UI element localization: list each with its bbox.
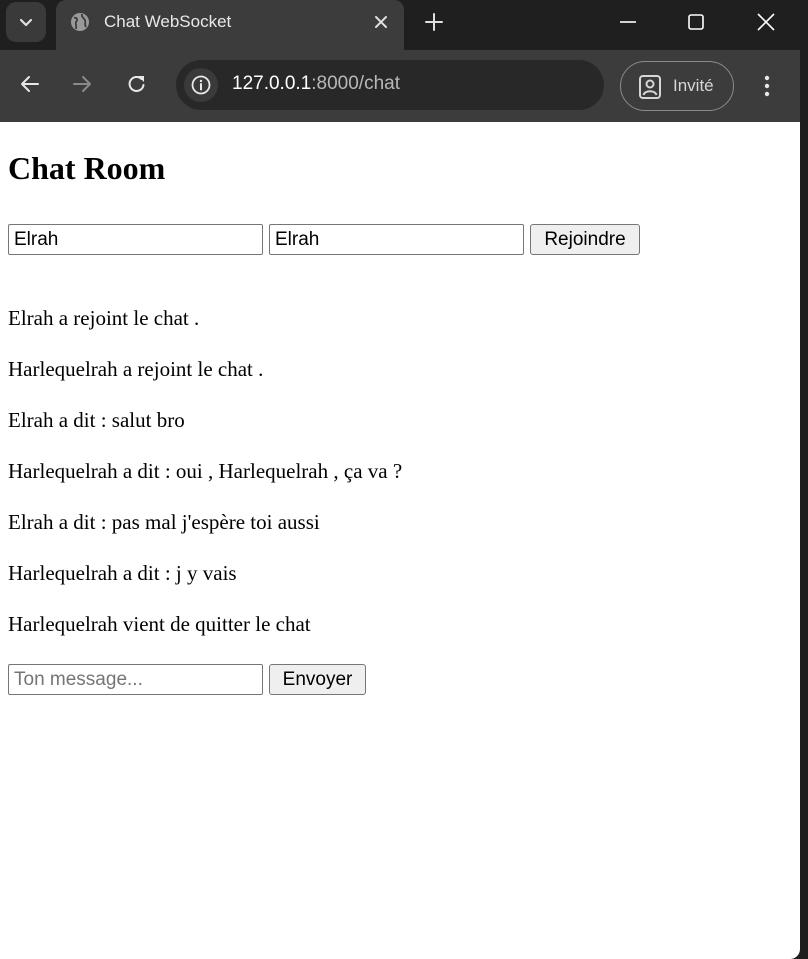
more-vertical-icon xyxy=(764,75,770,97)
page-content: Chat Room Rejoindre Elrah a rejoint le c… xyxy=(0,122,800,959)
back-button[interactable] xyxy=(14,68,46,100)
message-item: Elrah a dit : pas mal j'espère toi aussi xyxy=(8,510,320,534)
reload-button[interactable] xyxy=(121,68,153,100)
window-close-button[interactable] xyxy=(746,6,786,38)
tab-strip: Chat WebSocket xyxy=(0,0,808,50)
globe-icon xyxy=(71,13,89,31)
join-button[interactable]: Rejoindre xyxy=(530,224,640,255)
username-input[interactable] xyxy=(8,224,263,255)
close-icon xyxy=(757,13,775,31)
plus-icon xyxy=(425,13,443,31)
room-input[interactable] xyxy=(269,224,524,255)
minimize-icon xyxy=(620,21,636,23)
new-tab-button[interactable] xyxy=(420,8,448,36)
background-window-edge xyxy=(800,122,808,959)
url-host: 127.0.0.1 xyxy=(232,73,312,94)
send-button[interactable]: Envoyer xyxy=(269,664,366,695)
message-input[interactable] xyxy=(8,664,263,695)
maximize-icon xyxy=(688,14,704,30)
reload-icon xyxy=(128,76,145,92)
url-path: :8000/chat xyxy=(311,73,400,94)
url-text: 127.0.0.1:8000/chat xyxy=(232,73,400,95)
browser-toolbar: 127.0.0.1:8000/chat Invité xyxy=(0,50,800,122)
message-item: Harlequelrah a rejoint le chat . xyxy=(8,357,264,381)
forward-button[interactable] xyxy=(66,68,98,100)
tab-search-button[interactable] xyxy=(6,2,46,42)
close-icon xyxy=(375,16,387,28)
message-item: Harlequelrah vient de quitter le chat xyxy=(8,612,311,636)
arrow-right-icon xyxy=(73,76,91,92)
info-icon xyxy=(191,75,211,95)
maximize-button[interactable] xyxy=(676,6,716,38)
message-list: Elrah a rejoint le chat . Harlequelrah a… xyxy=(8,306,402,663)
arrow-left-icon xyxy=(21,76,39,92)
message-item: Harlequelrah a dit : j y vais xyxy=(8,561,237,585)
message-item: Elrah a rejoint le chat . xyxy=(8,306,200,330)
address-bar[interactable]: 127.0.0.1:8000/chat xyxy=(176,60,604,110)
profile-label: Invité xyxy=(673,76,714,95)
browser-tab[interactable]: Chat WebSocket xyxy=(56,0,404,50)
browser-menu-button[interactable] xyxy=(752,71,782,101)
chevron-down-icon xyxy=(19,18,33,27)
tab-title: Chat WebSocket xyxy=(104,12,232,31)
page-title: Chat Room xyxy=(8,150,166,186)
tab-close-button[interactable] xyxy=(370,11,392,33)
profile-button[interactable]: Invité xyxy=(620,61,734,111)
message-item: Harlequelrah a dit : oui , Harlequelrah … xyxy=(8,459,403,483)
message-item: Elrah a dit : salut bro xyxy=(8,408,185,432)
profile-icon xyxy=(639,75,661,99)
site-info-button[interactable] xyxy=(184,68,218,102)
minimize-button[interactable] xyxy=(608,6,648,38)
